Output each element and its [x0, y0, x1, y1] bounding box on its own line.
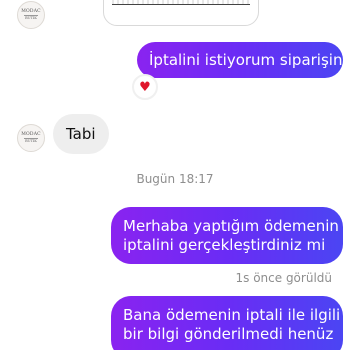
- incoming-message[interactable]: Tabi: [53, 114, 109, 154]
- contact-avatar[interactable]: MODAC BUTIK: [17, 124, 45, 152]
- outgoing-message[interactable]: Merhaba yaptığım ödemenin iptalini gerçe…: [111, 207, 343, 264]
- outgoing-message[interactable]: İptalini istiyorum siparişin: [137, 42, 343, 78]
- heart-icon[interactable]: ♥: [132, 74, 158, 100]
- avatar-wordmark-sub: BUTIK: [25, 16, 37, 20]
- message-text: İptalini istiyorum siparişin: [149, 50, 343, 69]
- seen-status: 1s önce görüldü: [235, 271, 333, 285]
- shared-post-image: [112, 0, 250, 5]
- date-divider: Bugün 18:17: [136, 172, 214, 186]
- avatar-wordmark-sub: BUTIK: [25, 139, 37, 143]
- shared-post-preview[interactable]: [103, 0, 259, 26]
- outgoing-message[interactable]: Bana ödemenin iptali ile ilgili bir bilg…: [111, 296, 343, 350]
- reaction-glyph: ♥: [139, 79, 151, 95]
- contact-avatar[interactable]: MODAC BUTIK: [17, 1, 45, 29]
- avatar-wordmark: MODAC: [21, 131, 41, 137]
- message-text-line: bir bilgi gönderilmedi henüz: [123, 325, 334, 343]
- message-text-line: Bana ödemenin iptali ile ilgili: [123, 306, 341, 324]
- message-text-line: Merhaba yaptığım ödemenin: [123, 217, 339, 235]
- avatar-wordmark: MODAC: [21, 8, 41, 14]
- message-text-line: iptalini gerçekleştirdiniz mi: [123, 236, 326, 254]
- message-text: Tabi: [66, 125, 96, 143]
